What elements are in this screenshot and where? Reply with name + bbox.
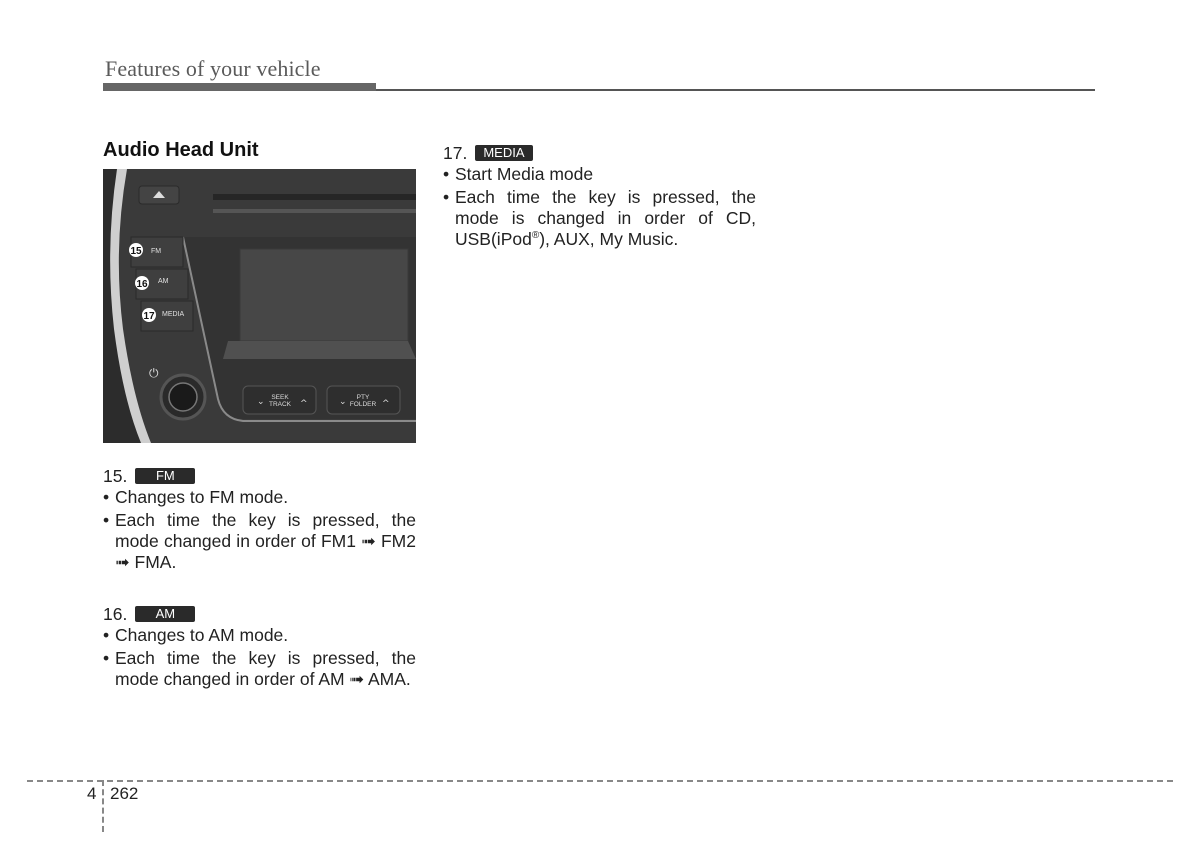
svg-text:^: ^ [382,399,390,409]
fm-key-badge: FM [135,468,196,484]
bullet-text: Each time the key is pressed, the mode i… [443,187,756,250]
bullet-text: Start Media mode [443,164,756,185]
bullet-text: Changes to FM mode. [103,487,416,508]
bullet-text: Each time the key is pressed, the mode c… [103,648,416,690]
svg-text:FOLDER: FOLDER [350,401,377,408]
item-number: 17. [443,142,468,163]
svg-text:17: 17 [143,311,155,322]
power-icon: ⏻ [149,366,159,380]
svg-text:⌄: ⌄ [257,397,265,407]
svg-text:16: 16 [136,279,148,290]
running-header-title: Features of your vehicle [105,56,321,81]
svg-text:TRACK: TRACK [269,401,292,408]
fm-key-label: FM [151,248,161,255]
svg-text:15: 15 [130,246,142,257]
head-unit-photo: 15 16 17 FM AM MEDIA ⏻ ⌄ SEEK TRACK ^ ⌄ … [103,169,416,443]
svg-text:PTY: PTY [357,394,370,401]
chapter-number: 4 [87,784,97,803]
svg-text:⌄: ⌄ [339,397,347,407]
page-number: 262 [110,784,139,803]
am-key-badge: AM [135,606,196,622]
item-17-media: 17. MEDIA Start Media mode Each time the… [443,142,756,250]
item-number: 15. [103,465,128,486]
display-screen [239,248,409,342]
media-key-label: MEDIA [162,311,185,318]
svg-text:SEEK: SEEK [271,394,289,401]
header-rule-thick [103,83,376,91]
bullet-text: Each time the key is pressed, the mode c… [103,510,416,573]
footer-divider [102,780,104,832]
cd-slot [213,194,416,200]
footer-rule [27,780,1173,782]
svg-text:^: ^ [300,399,308,409]
bullet-text: Changes to AM mode. [103,625,416,646]
section-title: Audio Head Unit [103,139,259,161]
media-key-badge: MEDIA [475,145,533,161]
am-key-label: AM [158,278,169,285]
header-rule-thin [376,89,1095,91]
item-16-am: 16. AM Changes to AM mode. Each time the… [103,603,416,690]
item-15-fm: 15. FM Changes to FM mode. Each time the… [103,465,416,573]
item-number: 16. [103,603,128,624]
